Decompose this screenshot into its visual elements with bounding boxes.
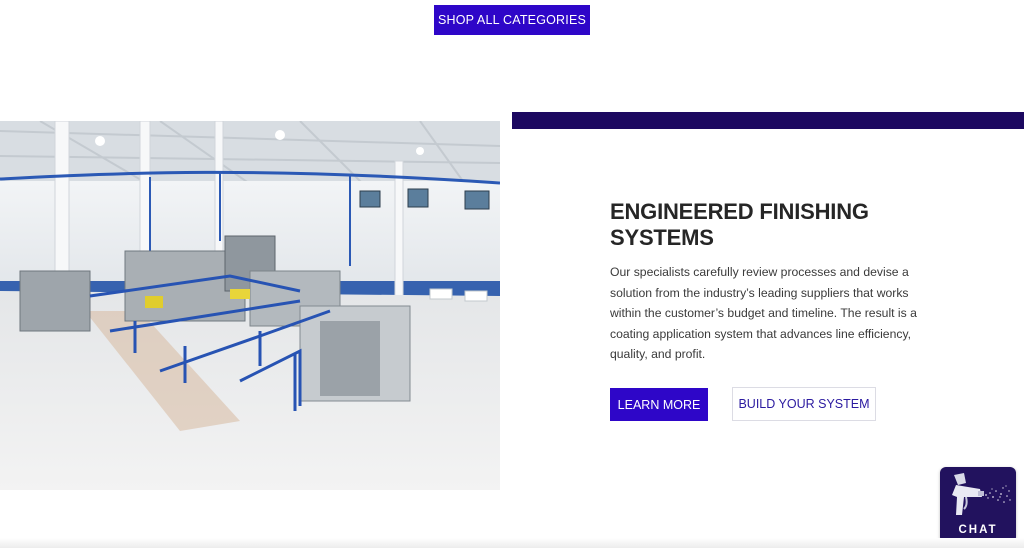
page-divider <box>0 538 1024 548</box>
finishing-system-photo <box>0 121 500 490</box>
chat-widget-button[interactable]: CHAT <box>940 467 1016 543</box>
section-description: Our specialists carefully review process… <box>610 265 917 362</box>
accent-bar <box>512 112 1024 129</box>
spray-gun-icon <box>952 473 1011 515</box>
section-title: ENGINEERED FINISHING SYSTEMS <box>610 199 869 250</box>
build-your-system-button[interactable]: BUILD YOUR SYSTEM <box>732 387 876 421</box>
chat-label: CHAT <box>958 524 998 536</box>
learn-more-button[interactable]: LEARN MORE <box>610 388 708 421</box>
shop-all-categories-button[interactable]: SHOP ALL CATEGORIES <box>434 5 590 35</box>
